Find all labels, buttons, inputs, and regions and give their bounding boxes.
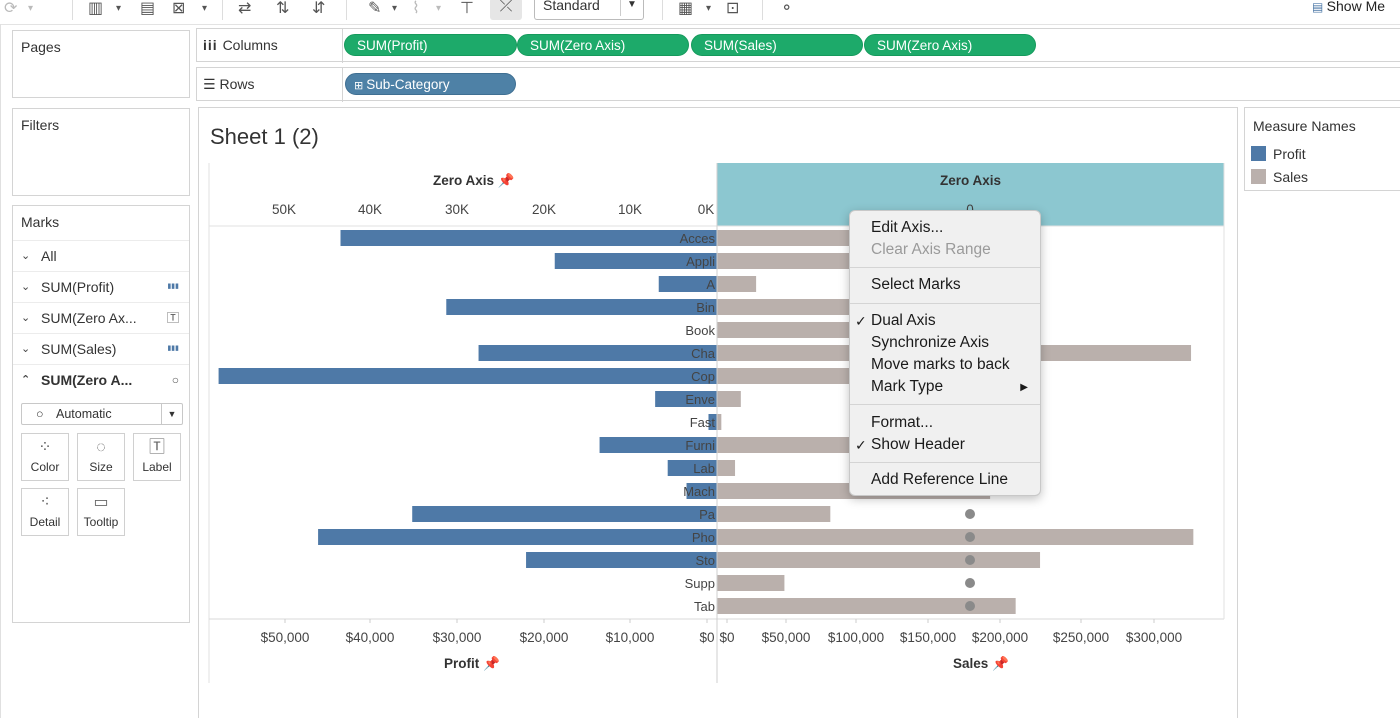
sales-tick-3: $150,000 [900, 630, 956, 645]
category-label-9: Furni [685, 438, 715, 453]
category-label-11: Mach [683, 484, 715, 499]
top-left-tick-5: 0K [698, 202, 715, 217]
profit-tick-4: $10,000 [606, 630, 655, 645]
category-label-16: Tab [694, 599, 715, 614]
menu-item-format[interactable]: Format... [871, 414, 933, 432]
legend-title: Measure Names [1253, 118, 1356, 134]
zero-axis-point-13 [965, 532, 975, 542]
legend-swatch-sales [1251, 169, 1266, 184]
zero-axis-point-15 [965, 578, 975, 588]
sales-bar-12 [717, 506, 831, 522]
menu-separator [850, 404, 1040, 405]
category-label-12: Pa [699, 507, 716, 522]
legend-label-sales: Sales [1273, 169, 1309, 185]
sales-tick-6: $300,000 [1126, 630, 1182, 645]
category-label-13: Pho [692, 530, 715, 545]
category-label-5: Cha [691, 346, 716, 361]
menu-item-edit-axis[interactable]: Edit Axis... [871, 219, 943, 237]
axis-context-menu: Edit Axis... Clear Axis Range Select Mar… [849, 210, 1041, 496]
profit-bar-13 [318, 529, 717, 545]
menu-separator [850, 303, 1040, 304]
top-left-tick-4: 10K [618, 202, 642, 217]
top-left-tick-2: 30K [445, 202, 469, 217]
legend-label-profit: Profit [1273, 146, 1306, 162]
menu-item-clear-axis-range: Clear Axis Range [871, 241, 991, 258]
category-label-4: Book [685, 323, 715, 338]
category-label-8: Fast [690, 415, 716, 430]
menu-item-move-marks-to-back[interactable]: Move marks to back [871, 356, 1010, 374]
sales-bar-14 [717, 552, 1041, 568]
category-label-3: Bin [696, 300, 715, 315]
sales-bar-7 [717, 391, 741, 407]
category-label-2: A [706, 277, 715, 292]
category-label-6: Cop [691, 369, 715, 384]
top-left-tick-3: 20K [532, 202, 556, 217]
sales-bar-8 [717, 414, 722, 430]
category-label-15: Supp [685, 576, 715, 591]
profit-tick-1: $40,000 [346, 630, 395, 645]
profit-bar-3 [446, 299, 717, 315]
profit-bar-14 [526, 552, 717, 568]
sales-bar-15 [717, 575, 785, 591]
profit-bar-6 [218, 368, 718, 384]
top-left-tick-1: 40K [358, 202, 382, 217]
zero-axis-point-16 [965, 601, 975, 611]
menu-item-dual-axis[interactable]: Dual Axis [871, 312, 936, 330]
profit-tick-2: $30,000 [433, 630, 482, 645]
legend-item-profit[interactable]: Profit [1251, 146, 1306, 162]
category-label-1: Appli [686, 254, 715, 269]
category-label-10: Lab [693, 461, 715, 476]
sales-bar-4 [717, 322, 869, 338]
zero-axis-point-12 [965, 509, 975, 519]
checkmark-icon: ✓ [855, 313, 867, 329]
menu-item-add-reference-line[interactable]: Add Reference Line [871, 471, 1008, 489]
profit-tick-5: $0 [699, 630, 714, 645]
category-label-0: Acces [680, 231, 716, 246]
category-label-14: Sto [695, 553, 715, 568]
sales-bar-9 [717, 437, 850, 453]
profit-bar-0 [340, 230, 717, 246]
menu-separator [850, 267, 1040, 268]
sales-tick-5: $250,000 [1053, 630, 1109, 645]
top-left-tick-0: 50K [272, 202, 296, 217]
sales-tick-2: $100,000 [828, 630, 884, 645]
menu-item-select-marks[interactable]: Select Marks [871, 276, 961, 294]
legend-item-sales[interactable]: Sales [1251, 169, 1308, 185]
bar-chart: Acces Appli A Bin Book Cha Cop Enve Fast Furni Lab… [208, 163, 1225, 683]
zero-axis-point-14 [965, 555, 975, 565]
menu-item-mark-type[interactable]: Mark Type [871, 378, 943, 396]
sales-tick-0: $0 [719, 630, 734, 645]
sales-bar-2 [717, 276, 757, 292]
sales-tick-4: $200,000 [972, 630, 1028, 645]
menu-item-synchronize-axis[interactable]: Synchronize Axis [871, 334, 989, 352]
color-legend: Measure Names Profit Sales [1244, 107, 1400, 191]
menu-separator [850, 462, 1040, 463]
category-label-7: Enve [685, 392, 715, 407]
profit-bar-5 [478, 345, 717, 361]
profit-tick-3: $20,000 [520, 630, 569, 645]
profit-bar-12 [412, 506, 717, 522]
profit-tick-0: $50,000 [261, 630, 310, 645]
checkmark-icon: ✓ [855, 437, 867, 453]
sales-bar-10 [717, 460, 736, 476]
legend-swatch-profit [1251, 146, 1266, 161]
submenu-arrow-icon: ▶ [1020, 382, 1028, 393]
menu-item-show-header[interactable]: Show Header [871, 436, 965, 454]
sales-bar-13 [717, 529, 1194, 545]
sales-tick-1: $50,000 [762, 630, 811, 645]
